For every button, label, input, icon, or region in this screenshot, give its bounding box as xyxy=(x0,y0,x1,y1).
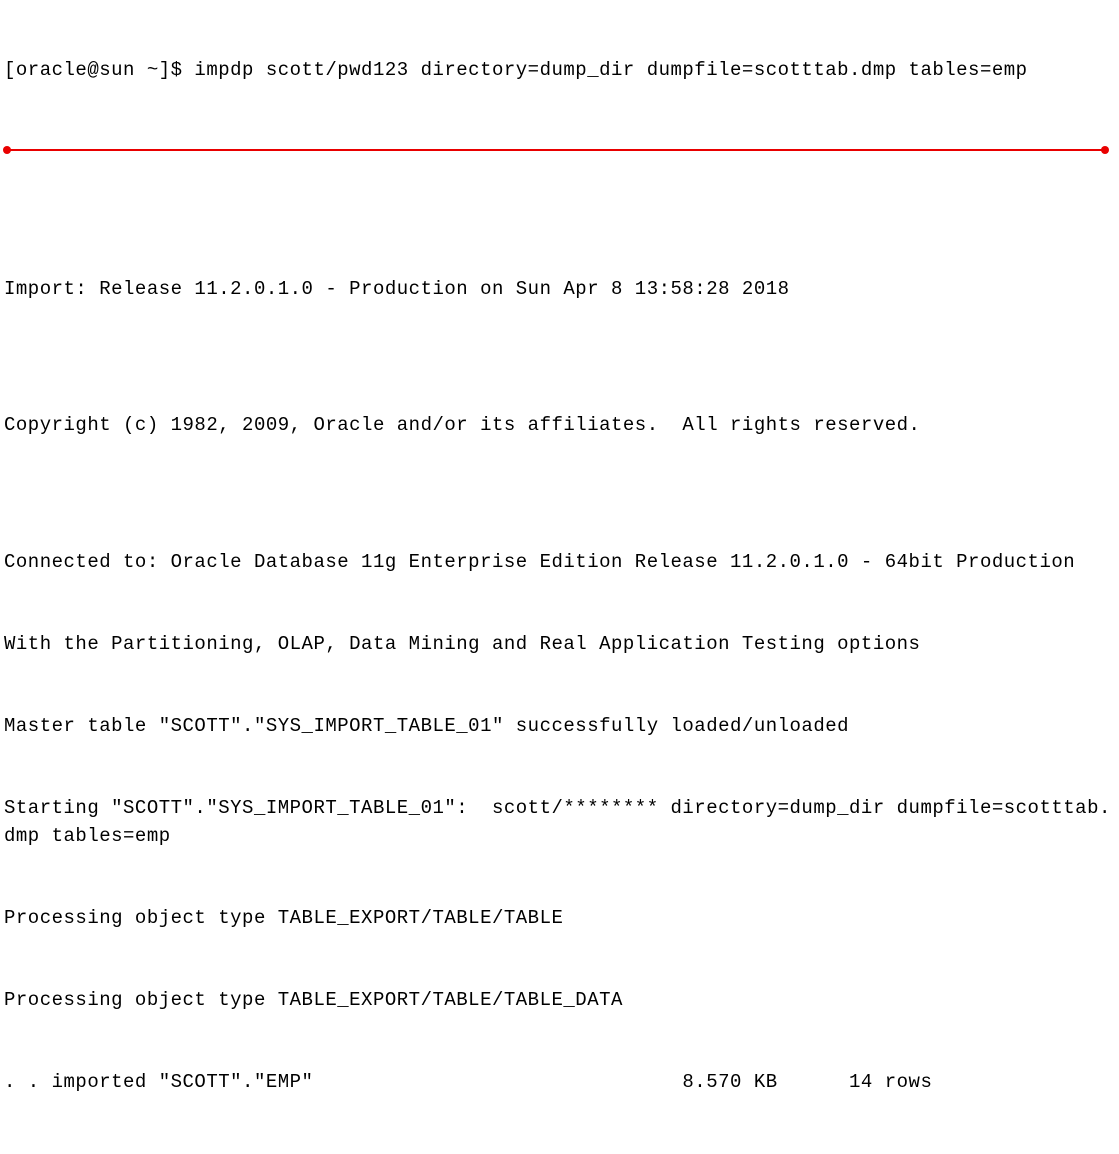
output-line: Processing object type TABLE_EXPORT/TABL… xyxy=(4,987,1115,1014)
output-line: . . imported "SCOTT"."EMP" 8.570 KB 14 r… xyxy=(4,1069,1115,1096)
terminal-output: [oracle@sun ~]$ impdp scott/pwd123 direc… xyxy=(4,2,1115,1154)
output-line: Connected to: Oracle Database 11g Enterp… xyxy=(4,549,1115,576)
annotation-dot-1-left xyxy=(3,146,11,154)
output-line: Master table "SCOTT"."SYS_IMPORT_TABLE_0… xyxy=(4,713,1115,740)
output-line: Import: Release 11.2.0.1.0 - Production … xyxy=(4,276,1115,303)
blank-line xyxy=(4,194,1115,221)
annotation-underline-1 xyxy=(6,149,1105,152)
annotation-dot-1-right xyxy=(1101,146,1109,154)
output-line: Copyright (c) 1982, 2009, Oracle and/or … xyxy=(4,412,1115,439)
command-line: [oracle@sun ~]$ impdp scott/pwd123 direc… xyxy=(4,57,1115,84)
output-line: Processing object type TABLE_EXPORT/TABL… xyxy=(4,1151,1115,1154)
output-line: Processing object type TABLE_EXPORT/TABL… xyxy=(4,905,1115,932)
output-line: Starting "SCOTT"."SYS_IMPORT_TABLE_01": … xyxy=(4,795,1115,850)
output-line: With the Partitioning, OLAP, Data Mining… xyxy=(4,631,1115,658)
